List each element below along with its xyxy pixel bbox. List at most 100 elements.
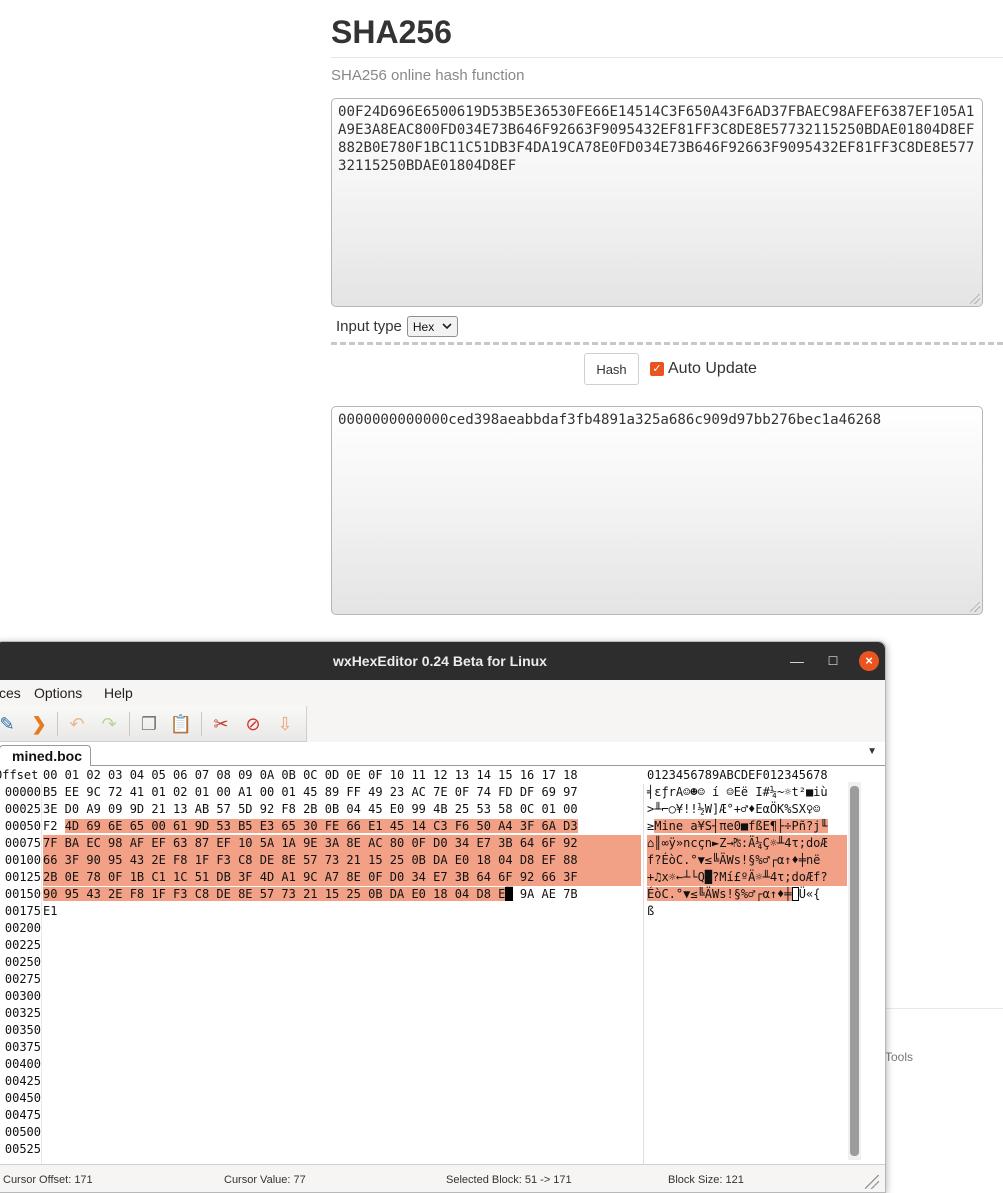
tool-icon[interactable]: ✎ [0, 712, 19, 736]
hex-selection[interactable]: 90 95 43 2E F8 1F F3 C8 DE 8E 57 73 21 1… [43, 887, 506, 901]
auto-update-toggle[interactable]: ✓ Auto Update [650, 360, 757, 378]
offset-label: 00350 [4, 1023, 41, 1037]
ascii-cursor[interactable] [791, 887, 799, 901]
page-title: SHA256 [331, 14, 452, 50]
menubar: ces Options Help [0, 680, 885, 706]
offset-label: 00125 [4, 870, 41, 884]
offset-label: 00050 [4, 819, 41, 833]
output-resize-grip-icon[interactable] [970, 602, 980, 612]
input-type-label: Input type [336, 318, 402, 335]
hash-button[interactable]: Hash [584, 353, 639, 385]
hex-row[interactable]: E1 [43, 903, 641, 920]
offset-label: 00525 [4, 1142, 41, 1156]
offset-label: 00275 [4, 972, 41, 986]
cut-icon[interactable]: ✂ [209, 712, 233, 736]
status-cursor-offset: Cursor Offset: 171 [3, 1174, 93, 1186]
tab-mined-boc[interactable]: mined.boc [0, 745, 92, 767]
scrollbar-thumb[interactable] [850, 786, 859, 1156]
input-type-row: Input type Hex [336, 316, 459, 337]
offset-label: 00425 [4, 1074, 41, 1088]
ascii-row[interactable]: ß [647, 903, 847, 920]
input-type-select[interactable]: Hex [406, 316, 459, 337]
window-resize-grip-icon[interactable] [865, 1175, 879, 1189]
ascii-row[interactable]: ≥Mine a¥S┤πe0■fßE¶├÷Pñ?j╙ [647, 818, 847, 835]
offset-label: 00475 [4, 1108, 41, 1122]
menu-devices[interactable]: ces [0, 685, 21, 701]
hex-cursor[interactable]: █ [505, 887, 513, 901]
input-resize-grip-icon[interactable] [970, 294, 980, 304]
input-textarea[interactable]: 00F24D696E6500619D53B5E36530FE66E14514C3… [331, 98, 983, 307]
ascii-row-selected[interactable]: +♫x☼←┴└Q█?Mí£ºÄ☼╨4τ;doÆf? [647, 869, 847, 886]
menu-help[interactable]: Help [104, 685, 133, 701]
hex-row[interactable]: F2 4D 69 6E 65 00 61 9D 53 B5 E3 65 30 F… [43, 818, 641, 835]
title-divider [331, 57, 1003, 58]
go-forward-icon[interactable]: ❯ [27, 712, 51, 736]
offset-header: Offset [0, 768, 39, 782]
footer-divider [885, 1008, 1003, 1009]
offset-label: 00300 [4, 989, 41, 1003]
ascii-row-selected[interactable]: ⌂║∞ÿ»ncçn►Z→₧:Ä¼Ç☼╨4τ;doÆ [647, 835, 847, 852]
toolbar-separator [57, 712, 58, 736]
insert-icon[interactable]: ⇩ [273, 712, 297, 736]
statusbar: Cursor Offset: 171 Cursor Value: 77 Sele… [0, 1164, 885, 1192]
offset-label: 00375 [4, 1040, 41, 1054]
hex-view[interactable]: Offset 00 01 02 03 04 05 06 07 08 09 0A … [0, 766, 885, 1164]
offset-label: 00325 [4, 1006, 41, 1020]
offset-label: 00200 [4, 921, 41, 935]
status-block-size: Block Size: 121 [668, 1174, 744, 1186]
toolbar: ✎ ❯ ↶ ↷ ❐ 📋 ✂ ⊘ ⇩ [0, 706, 307, 742]
ascii-row[interactable]: ╡εƒrA☺☻☺ í ☺Eë I#¼~☼t²■iù [647, 784, 847, 801]
window-title: wxHexEditor 0.24 Beta for Linux [333, 653, 547, 669]
delete-icon[interactable]: ⊘ [241, 712, 265, 736]
offset-label: 00075 [4, 836, 41, 850]
hex-row-tail[interactable]: 9A AE 7B [520, 887, 578, 901]
hexeditor-window: wxHexEditor 0.24 Beta for Linux — ☐ × ce… [0, 641, 886, 1193]
ascii-row[interactable]: ÉòC.°▼≤╚ÄWs!§%♂┌α↑♦╪ Ü«{ [647, 886, 847, 903]
output-textarea[interactable]: 0000000000000ced398aeabbdaf3fb4891a325a6… [331, 406, 983, 615]
tab-dropdown-icon[interactable]: ▼ [867, 746, 877, 757]
copy-icon[interactable]: ❐ [137, 712, 161, 736]
hex-row[interactable]: 90 95 43 2E F8 1F F3 C8 DE 8E 57 73 21 1… [43, 886, 641, 903]
ascii-row-tail[interactable]: Ü«{ [799, 887, 821, 901]
menu-options[interactable]: Options [34, 685, 82, 701]
hex-row-selected[interactable]: 2B 0E 78 0F 1B C1 1C 51 DB 3F 4D A1 9C A… [43, 869, 641, 886]
offset-label: 00450 [4, 1091, 41, 1105]
footer-tools-link[interactable]: Tools [885, 1050, 913, 1064]
hex-column-divider [41, 784, 42, 1164]
redo-icon[interactable]: ↷ [97, 712, 121, 736]
minimize-icon[interactable]: — [787, 651, 807, 671]
status-cursor-value: Cursor Value: 77 [224, 1174, 306, 1186]
hex-row[interactable]: 3E D0 A9 09 9D 21 13 AB 57 5D 92 F8 2B 0… [43, 801, 641, 818]
ascii-row[interactable]: >╨⌐○¥!!½W]Æ°+♂♦EαÖK%SX♀☺ [647, 801, 847, 818]
undo-icon[interactable]: ↶ [65, 712, 89, 736]
hex-row-tail[interactable] [513, 887, 520, 901]
toolbar-separator [201, 712, 202, 736]
hex-byte[interactable]: F2 [43, 819, 65, 833]
ascii-selection[interactable]: Mine a¥S┤πe0■fßE¶├÷Pñ?j╙ [654, 819, 828, 833]
input-type-value: Hex [412, 319, 435, 334]
hex-row-selected[interactable]: 66 3F 90 95 43 2E F8 1F F3 C8 DE 8E 57 7… [43, 852, 641, 869]
offset-label: 00150 [4, 887, 41, 901]
hex-row-selected[interactable]: 7F BA EC 98 AF EF 63 87 EF 10 5A 1A 9E 3… [43, 835, 641, 852]
toolbar-separator [129, 712, 130, 736]
hex-selection[interactable]: 4D 69 6E 65 00 61 9D 53 B5 E3 65 30 FE 6… [64, 819, 578, 833]
ascii-selection[interactable]: ÉòC.°▼≤╚ÄWs!§%♂┌α↑♦╪ [647, 887, 792, 901]
auto-update-label: Auto Update [668, 360, 757, 377]
hex-column-header: 00 01 02 03 04 05 06 07 08 09 0A 0B 0C 0… [43, 768, 578, 782]
offset-label: 00400 [4, 1057, 41, 1071]
maximize-icon[interactable]: ☐ [823, 651, 843, 671]
offset-label: 00175 [4, 904, 41, 918]
offset-label: 00025 [4, 802, 41, 816]
window-titlebar[interactable]: wxHexEditor 0.24 Beta for Linux — ☐ × [0, 642, 885, 680]
page-subtitle: SHA256 online hash function [331, 67, 525, 84]
close-icon[interactable]: × [859, 651, 879, 671]
dashed-divider [331, 342, 1003, 345]
ascii-row-selected[interactable]: f?ÉòC.°▼≤╚ÄWs!§%♂┌α↑♦╪në [647, 852, 847, 869]
paste-icon[interactable]: 📋 [169, 712, 193, 736]
offset-label: 00100 [4, 853, 41, 867]
checkbox-checked-icon[interactable]: ✓ [650, 362, 664, 376]
ascii-column-header: 0123456789ABCDEF012345678 [647, 768, 828, 782]
offset-label: 00250 [4, 955, 41, 969]
hex-row[interactable]: B5 EE 9C 72 41 01 02 01 00 A1 00 01 45 8… [43, 784, 641, 801]
ascii-column-divider [643, 784, 644, 1164]
